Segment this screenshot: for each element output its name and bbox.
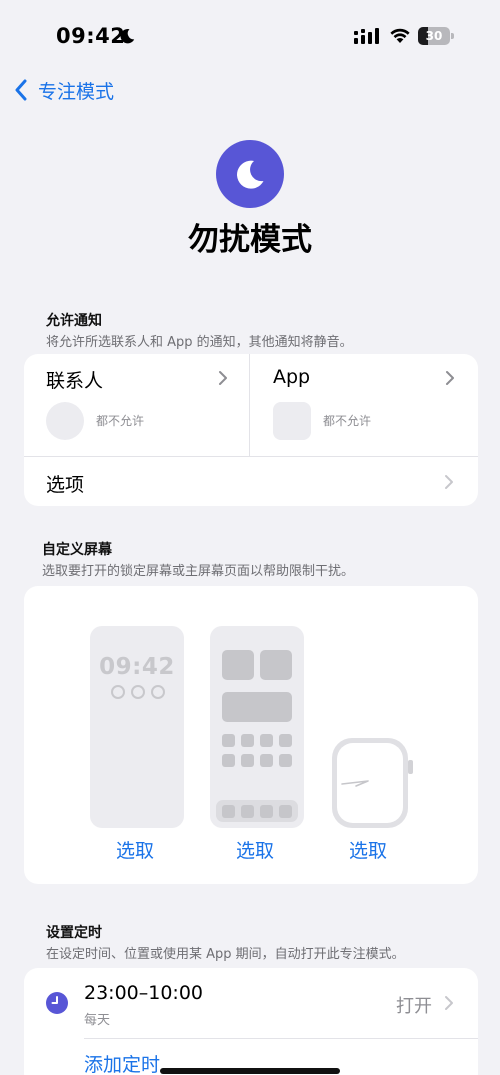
allowed-notifications-subtitle: 将允许所选联系人和 App 的通知，其他通知将静音。 — [46, 335, 353, 350]
watch-face-preview[interactable] — [328, 736, 418, 830]
apps-label: App — [273, 366, 311, 388]
schedule-status: 打开 — [396, 996, 432, 1017]
widget-placeholder — [260, 650, 292, 680]
moon-icon — [237, 160, 264, 189]
people-avatar-placeholder — [46, 402, 84, 440]
chevron-left-icon — [15, 79, 27, 101]
page-title: 勿扰模式 — [188, 222, 312, 258]
allowed-notifications-title: 允许通知 — [46, 313, 102, 329]
customize-screens-card: 09:42 选取 选取 选取 — [24, 586, 478, 884]
customize-screens-title: 自定义屏幕 — [42, 542, 112, 558]
focus-mode-icon — [216, 140, 284, 208]
app-placeholder — [279, 805, 292, 818]
allowed-people-button[interactable]: 联系人 都不允许 — [24, 354, 250, 456]
people-hint: 都不允许 — [96, 414, 145, 428]
app-placeholder — [222, 754, 235, 767]
app-placeholder — [222, 805, 235, 818]
battery-percent: 30 — [425, 29, 443, 43]
app-placeholder — [241, 805, 254, 818]
lock-screen-widgets-icon — [111, 685, 165, 699]
status-bar: 09:42 30 — [0, 0, 500, 72]
back-button[interactable]: 专注模式 — [14, 76, 114, 104]
select-home-screen-button[interactable]: 选取 — [236, 836, 274, 863]
schedule-item[interactable]: 23:00–10:00 每天 打开 — [24, 968, 478, 1038]
select-lock-screen-button[interactable]: 选取 — [116, 836, 154, 863]
chevron-right-icon — [219, 371, 227, 385]
app-placeholder — [260, 805, 273, 818]
widget-placeholder — [222, 650, 254, 680]
chevron-right-icon — [445, 475, 453, 489]
options-label: 选项 — [46, 474, 85, 496]
wifi-icon — [390, 28, 410, 43]
schedule-repeat: 每天 — [84, 1013, 111, 1028]
schedule-subtitle: 在设定时间、位置或使用某 App 期间，自动打开此专注模式。 — [46, 947, 405, 962]
status-time: 09:42 — [56, 24, 126, 48]
customize-screens-subtitle: 选取要打开的锁定屏幕或主屏幕页面以帮助限制干扰。 — [42, 564, 355, 579]
add-schedule-button[interactable]: 添加定时 — [84, 1050, 160, 1075]
lock-screen-preview[interactable]: 09:42 — [90, 626, 184, 828]
clock-icon — [46, 992, 68, 1014]
select-watch-face-button[interactable]: 选取 — [349, 836, 387, 863]
app-placeholder — [279, 754, 292, 767]
app-placeholder — [279, 734, 292, 747]
battery-indicator: 30 — [418, 27, 454, 45]
cellular-signal-icon — [354, 28, 379, 44]
allowed-notifications-card: 联系人 都不允许 App 都不允许 选项 — [24, 354, 478, 506]
app-placeholder — [222, 734, 235, 747]
home-indicator[interactable] — [160, 1068, 340, 1074]
chevron-right-icon — [446, 371, 454, 385]
people-label: 联系人 — [46, 370, 104, 392]
lock-screen-time: 09:42 — [99, 654, 175, 680]
home-screen-preview[interactable] — [210, 626, 304, 828]
app-placeholder — [241, 754, 254, 767]
app-placeholder — [260, 754, 273, 767]
schedule-title: 设置定时 — [46, 925, 102, 941]
allowed-apps-button[interactable]: App 都不允许 — [251, 354, 478, 456]
apps-hint: 都不允许 — [323, 414, 372, 428]
widget-placeholder — [222, 692, 292, 722]
schedule-card: 23:00–10:00 每天 打开 添加定时 — [24, 968, 478, 1075]
options-row[interactable]: 选项 — [24, 457, 478, 506]
chevron-right-icon — [445, 996, 453, 1010]
divider — [84, 1038, 478, 1039]
back-label: 专注模式 — [38, 80, 115, 103]
app-placeholder — [260, 734, 273, 747]
schedule-time-range: 23:00–10:00 — [84, 982, 204, 1004]
app-placeholder — [241, 734, 254, 747]
moon-icon — [120, 28, 135, 44]
app-icon-placeholder — [273, 402, 311, 440]
